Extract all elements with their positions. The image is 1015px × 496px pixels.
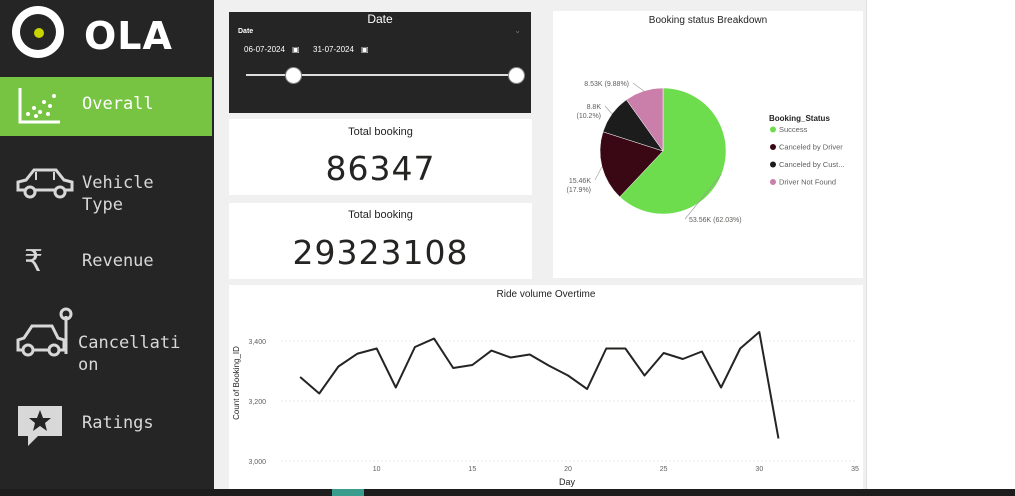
legend-item[interactable]: Driver Not Found xyxy=(779,178,836,187)
brand-name: OLA xyxy=(84,14,173,58)
nav-label-overall: Overall xyxy=(82,94,154,114)
pie-data-label: 8.53K (9.88%) xyxy=(584,81,629,88)
nav-label-cancellation: Cancellati on xyxy=(78,333,181,375)
date-slicer-title: Date xyxy=(367,12,393,26)
legend-marker xyxy=(770,144,776,150)
ride-volume-line-chart: Ride volume Overtime Day Count of Bookin… xyxy=(232,289,859,487)
start-date-input[interactable]: 06-07-2024 xyxy=(244,45,285,54)
pie-leader-line xyxy=(594,166,603,181)
kpi-card-total: Total booking 29323108 xyxy=(229,203,532,279)
taskbar-active-app[interactable] xyxy=(332,489,364,496)
scatter-chart-icon xyxy=(18,88,60,124)
rupee-icon: ₹ xyxy=(24,244,44,279)
line-chart-title: Ride volume Overtime xyxy=(497,289,596,300)
end-calendar-icon[interactable]: ▣ xyxy=(361,45,369,54)
pie-chart-card: Booking status Breakdown 53.56K (62.03%)… xyxy=(553,11,863,278)
kpi-value: 86347 xyxy=(325,149,436,188)
legend-marker xyxy=(770,179,776,185)
nav-label-revenue: Revenue xyxy=(82,251,154,271)
kpi-title: Total booking xyxy=(348,126,413,138)
nav-item-overall[interactable]: Overall xyxy=(0,77,212,136)
nav-label-vehicle-type: Vehicle Type xyxy=(82,173,154,215)
x-tick-label: 30 xyxy=(755,466,763,473)
car-icon xyxy=(16,168,74,199)
legend-item[interactable]: Canceled by Cust... xyxy=(779,160,844,169)
car-crash-icon xyxy=(16,307,73,357)
ride-volume-line[interactable] xyxy=(299,331,780,439)
start-date-handle[interactable] xyxy=(285,67,302,84)
y-tick-label: 3,200 xyxy=(248,399,266,406)
date-slicer-label: Date xyxy=(238,28,254,35)
taskbar xyxy=(0,489,1015,496)
pie-data-label: 8.8K (10.2%) xyxy=(576,104,601,120)
y-tick-label: 3,000 xyxy=(248,459,266,466)
date-slicer: Date Date ⌄ 06-07-2024 ▣ 31-07-2024 ▣ xyxy=(229,12,531,113)
x-tick-label: 35 xyxy=(851,466,859,473)
y-tick-label: 3,400 xyxy=(248,339,266,346)
x-tick-label: 25 xyxy=(660,466,668,473)
x-axis-title: Day xyxy=(559,477,576,487)
booking-status-pie-chart: Booking status Breakdown 53.56K (62.03%)… xyxy=(566,15,844,224)
pie-data-label: 15.46K (17.9%) xyxy=(566,178,591,194)
ola-logo: OLA xyxy=(12,6,202,64)
kpi-card-bookings: Total booking 86347 xyxy=(229,119,532,195)
legend-item[interactable]: Success xyxy=(779,125,808,134)
pie-leader-line xyxy=(604,105,613,115)
kpi-value: 29323108 xyxy=(292,233,469,272)
legend-marker xyxy=(770,126,776,133)
end-date-handle[interactable] xyxy=(508,67,525,84)
legend-marker xyxy=(770,161,776,168)
y-axis-title: Count of Booking_ID xyxy=(232,346,241,420)
x-tick-label: 20 xyxy=(564,466,572,473)
kpi-title: Total booking xyxy=(348,209,413,221)
x-tick-label: 15 xyxy=(468,466,476,473)
ola-logo-dot xyxy=(34,28,44,38)
legend-title: Booking_Status xyxy=(769,114,830,123)
chevron-down-icon[interactable]: ⌄ xyxy=(514,26,521,35)
sidebar: OLA Overall Vehicle Type ₹ Revenue Cance… xyxy=(0,0,214,489)
blank-panel xyxy=(866,0,1015,489)
nav-item-revenue[interactable]: ₹ Revenue xyxy=(0,244,212,284)
pie-chart-title: Booking status Breakdown xyxy=(649,15,767,26)
end-date-input[interactable]: 31-07-2024 xyxy=(313,45,354,54)
pie-data-label: 53.56K (62.03%) xyxy=(689,217,742,224)
legend-item[interactable]: Canceled by Driver xyxy=(779,143,843,152)
star-badge-icon xyxy=(18,406,62,446)
line-chart-card: Ride volume Overtime Day Count of Bookin… xyxy=(229,285,863,489)
nav-item-cancellation[interactable]: Cancellati on xyxy=(0,306,212,376)
nav-item-vehicle-type[interactable]: Vehicle Type xyxy=(0,160,212,220)
nav-label-ratings: Ratings xyxy=(82,413,154,433)
pie-leader-line xyxy=(632,82,644,92)
x-tick-label: 10 xyxy=(373,466,381,473)
start-calendar-icon[interactable]: ▣ xyxy=(292,45,300,54)
nav-item-ratings[interactable]: Ratings xyxy=(0,404,212,452)
